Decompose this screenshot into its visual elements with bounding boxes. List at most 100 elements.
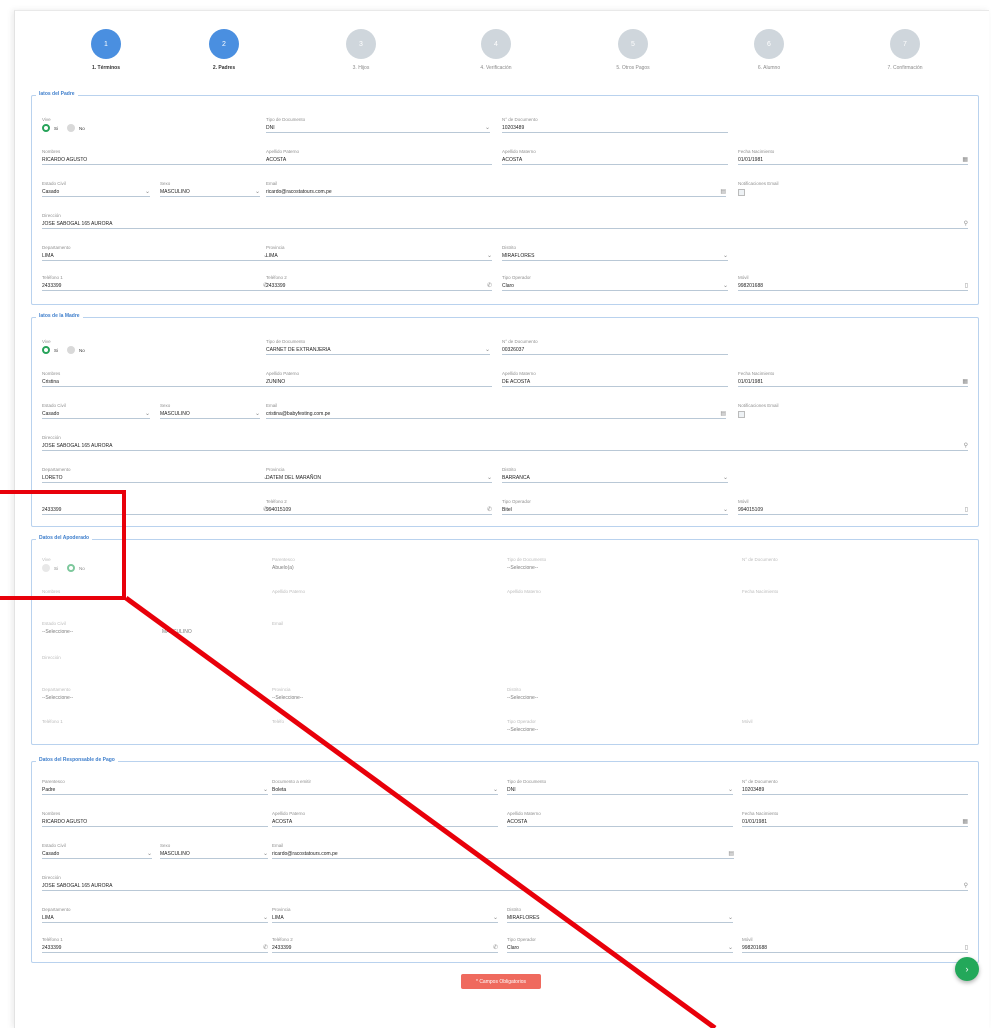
sexo-select[interactable]: Sexo MASCULINO ⌄ [160,180,260,202]
documento-emitir-select[interactable]: Documento a emitir Boleta ⌄ [272,778,498,800]
mobile-icon: ▯ [964,507,968,513]
step-verificacion[interactable]: 4 4. Verificación [436,29,556,71]
apellido-paterno-input[interactable]: Apellido Paterno ZUNINO [266,370,492,392]
apellido-materno-input[interactable]: Apellido Materno ACOSTA [507,810,733,832]
calendar-icon[interactable]: ▦ [962,156,968,164]
email-input[interactable]: Email cristina@babyfesting.com.pe ▤ [266,402,726,424]
estado-civil-select[interactable]: Estado Civil Casado ⌄ [42,402,150,424]
distrito-select[interactable]: Distrito --Seleccione-- [507,686,707,708]
departamento-select[interactable]: Departamento LIMA ⌄ [42,244,268,266]
apellido-materno-input[interactable]: Apellido Materno ACOSTA [502,148,728,170]
apellido-materno-input[interactable]: Apellido Materno [507,588,707,610]
distrito-select[interactable]: Distrito MIRAFLORES ⌄ [507,906,733,928]
apellido-paterno-input[interactable]: Apellido Paterno ACOSTA [272,810,498,832]
numero-documento-input[interactable]: N° de Documento 10203489 [742,778,968,800]
telefono1-input[interactable]: Teléfono 1 2433399 ✆ [42,274,268,296]
telefono2-input[interactable]: Teléfono 2 2433399 ✆ [266,274,492,296]
vive-no-radio[interactable] [67,124,76,132]
apellido-paterno-input[interactable]: Apellido Paterno ACOSTA [266,148,492,170]
step-alumno[interactable]: 6 6. Alumno [709,29,829,71]
apellido-paterno-input[interactable]: Apellido Paterno [272,588,472,610]
calendar-icon[interactable]: ▦ [962,378,968,386]
email-input[interactable]: Email ricardo@racostatours.com.pe ▤ [266,180,726,202]
direccion-input[interactable]: Dirección [42,654,242,676]
provincia-select[interactable]: Provincia DATEM DEL MARAÑON ⌄ [266,466,492,488]
step-padres[interactable]: 2 2. Padres [164,29,284,71]
provincia-select[interactable]: Provincia --Seleccione-- [272,686,472,708]
step-confirmacion[interactable]: 7 7. Confirmación [845,29,965,71]
phone-icon: ✆ [262,945,268,951]
movil-input[interactable]: Móvil [742,718,942,740]
departamento-select[interactable]: Departamento --Seleccione-- [42,686,242,708]
sexo-select[interactable]: Sexo MASCULINO ⌄ [160,402,260,424]
parentesco-select[interactable]: Parentesco Padre ⌄ [42,778,268,800]
numero-documento-input[interactable]: N° de Documento [742,556,942,578]
fecha-nacimiento-input[interactable]: Fecha Nacimiento [742,588,942,610]
telefono1-input[interactable]: Teléfono 1 [42,718,242,740]
telefono2-input[interactable]: Teléfono 2 2433399 ✆ [272,936,498,958]
checkbox[interactable] [738,189,745,196]
field-value: LORETO [42,473,268,483]
fecha-nacimiento-input[interactable]: Fecha Nacimiento 01/01/1981 ▦ [738,370,968,392]
fecha-nacimiento-input[interactable]: Fecha Nacimiento 01/01/1981 ▦ [742,810,968,832]
step-terminos[interactable]: 1 1. Términos [46,29,166,71]
tipo-operador-select[interactable]: Tipo Operador --Seleccione-- [507,718,707,740]
estado-civil-select[interactable]: Estado Civil --Seleccione-- [42,620,152,642]
field-value: ACOSTA [502,155,728,165]
movil-input[interactable]: Móvil 994015109 ▯ [738,498,968,520]
provincia-select[interactable]: Provincia LIMA ⌄ [272,906,498,928]
checkbox[interactable] [738,411,745,418]
parentesco-select[interactable]: Parentesco Abuelo(a) [272,556,472,578]
step-hijos[interactable]: 3 3. Hijos [301,29,421,71]
tipo-operador-select[interactable]: Tipo Operador Bitel ⌄ [502,498,728,520]
field-value: Claro [502,281,728,291]
movil-input[interactable]: Móvil 998201688 ▯ [742,936,968,958]
estado-civil-select[interactable]: Estado Civil Casado ⌄ [42,842,152,864]
step-otros-pagos[interactable]: 5 5. Otros Pagos [573,29,693,71]
direccion-input[interactable]: Dirección JOSE SABOGAL 165 AURORA ⚲ [42,434,968,456]
notificaciones-email-checkbox[interactable]: Notificaciones Email [738,180,858,202]
vive-no-radio[interactable] [67,346,76,354]
campos-obligatorios-button[interactable]: * Campos Obligatorios [461,974,541,989]
field-label: Tipo Operador [507,937,536,942]
field-label: Nombres [42,371,61,376]
nombres-input[interactable]: Nombres Cristina [42,370,266,392]
vive-si-radio[interactable] [42,124,50,132]
vive-si-radio[interactable] [42,346,50,354]
tipo-documento-select[interactable]: Tipo de Documento DNI ⌄ [507,778,733,800]
estado-civil-select[interactable]: Estado Civil Casado ⌄ [42,180,150,202]
tipo-documento-select[interactable]: Tipo de Documento --Seleccione-- [507,556,707,578]
telefono2-input[interactable]: Teléfono 2 994015109 ✆ [266,498,492,520]
nombres-input[interactable]: Nombres RICARDO AGUSTO [42,148,266,170]
departamento-select[interactable]: Departamento LORETO ⌄ [42,466,268,488]
numero-documento-input[interactable]: N° de Documento 00326037 [502,338,728,360]
field-value: Abuelo(a) [272,565,294,571]
field-label: Móvil [738,275,749,280]
distrito-select[interactable]: Distrito BARRANCA ⌄ [502,466,728,488]
email-input[interactable]: Email ricardo@racostatours.com.pe ▤ [272,842,734,864]
movil-input[interactable]: Móvil 998201688 ▯ [738,274,968,296]
direccion-input[interactable]: Dirección JOSE SABOGAL 165 AURORA ⚲ [42,212,968,234]
next-step-button[interactable]: › [955,957,979,981]
calendar-icon[interactable]: ▦ [962,818,968,826]
notificaciones-email-checkbox[interactable]: Notificaciones Email [738,402,858,424]
email-input[interactable]: Email [272,620,472,642]
provincia-select[interactable]: Provincia LIMA ⌄ [266,244,492,266]
direccion-input[interactable]: Dirección JOSE SABOGAL 165 AURORA ⚲ [42,874,968,896]
distrito-select[interactable]: Distrito MIRAFLORES ⌄ [502,244,728,266]
nombres-input[interactable]: Nombres RICARDO AGUSTO [42,810,268,832]
tipo-documento-select[interactable]: Tipo de Documento CARNET DE EXTRANJERIA … [266,338,490,360]
telefono1-input[interactable]: Teléfono 1 2433399 ✆ [42,936,268,958]
telefono2-input[interactable]: Teléfo [272,718,472,740]
tipo-documento-select[interactable]: Tipo de Documento DNI ⌄ [266,116,490,138]
field-label: Tipo Operador [507,719,536,724]
fecha-nacimiento-input[interactable]: Fecha Nacimiento 01/01/1981 ▦ [738,148,968,170]
numero-documento-input[interactable]: N° de Documento 10203489 [502,116,728,138]
sexo-select[interactable]: MASCULINO [162,620,262,642]
tipo-operador-select[interactable]: Tipo Operador Claro ⌄ [507,936,733,958]
sexo-select[interactable]: Sexo MASCULINO ⌄ [160,842,268,864]
tipo-operador-select[interactable]: Tipo Operador Claro ⌄ [502,274,728,296]
apellido-materno-input[interactable]: Apellido Materno DE ACOSTA [502,370,728,392]
departamento-select[interactable]: Departamento LIMA ⌄ [42,906,268,928]
field-value: DNI [507,785,733,795]
